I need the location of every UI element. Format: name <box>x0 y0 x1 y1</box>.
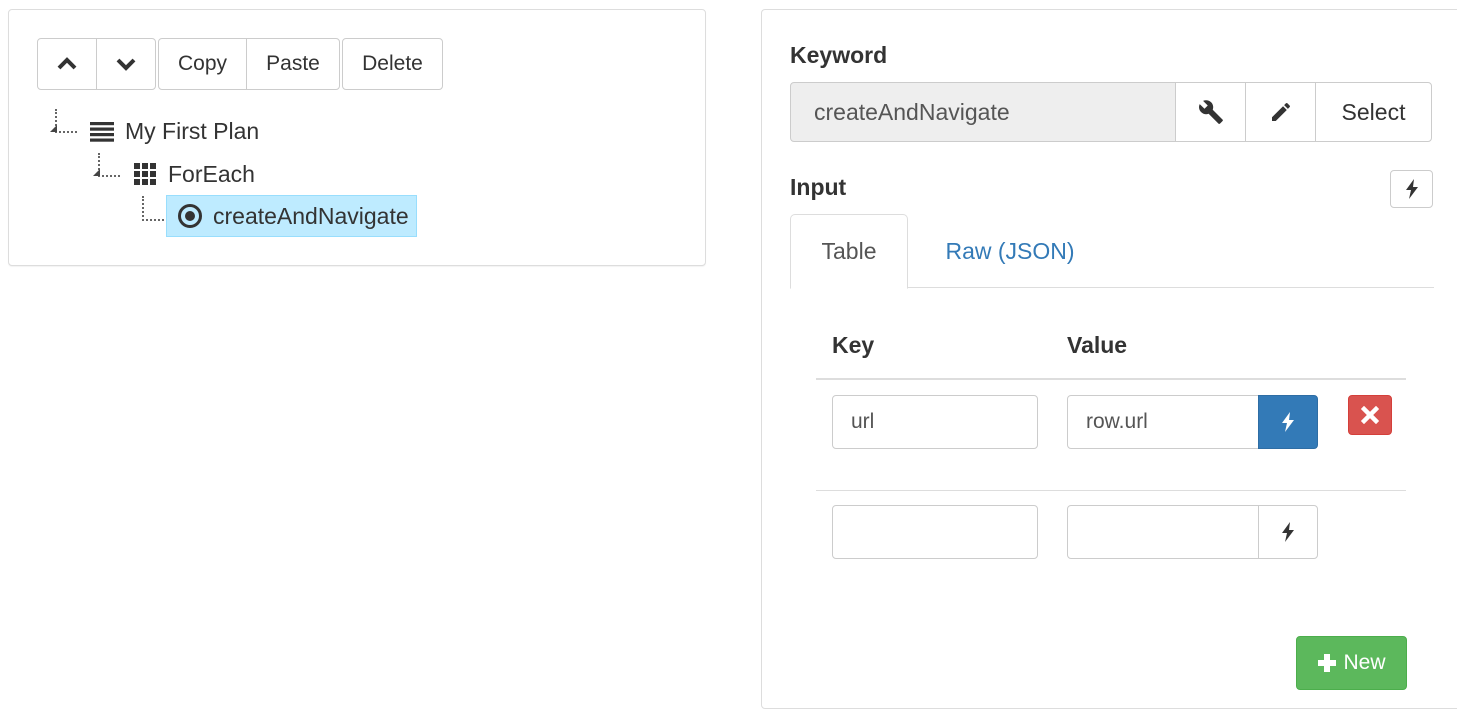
tree-node-plan[interactable]: My First Plan <box>89 110 259 152</box>
dynamic-input-toggle-button[interactable] <box>1390 170 1433 208</box>
keyword-field[interactable]: createAndNavigate <box>790 82 1176 142</box>
clipboard-button-group: Copy Paste <box>158 38 340 90</box>
row-divider <box>816 490 1406 491</box>
dynamic-value-toggle-button[interactable] <box>1258 505 1318 559</box>
tree-connector <box>142 196 164 221</box>
tree-node-label: ForEach <box>168 160 255 187</box>
keyword-input-group: createAndNavigate Select <box>790 82 1432 142</box>
plus-icon <box>1318 654 1337 672</box>
input-table-header: Key Value <box>816 330 1406 380</box>
new-key-input[interactable] <box>832 505 1038 559</box>
column-header-value: Value <box>1067 332 1128 358</box>
bolt-icon <box>1282 412 1294 432</box>
copy-button[interactable]: Copy <box>158 38 247 90</box>
grid-icon <box>134 163 156 185</box>
move-up-button[interactable] <box>37 38 97 90</box>
bolt-icon <box>1405 179 1418 199</box>
input-tabs: Table Raw (JSON) <box>790 214 1434 289</box>
new-row-label: New <box>1343 651 1386 674</box>
tab-raw-json[interactable]: Raw (JSON) <box>920 214 1100 288</box>
list-icon <box>90 122 114 142</box>
new-row-button[interactable]: New <box>1296 636 1407 690</box>
node-details-panel: Keyword createAndNavigate Select Input T… <box>761 9 1457 709</box>
configure-keyword-button[interactable] <box>1175 82 1246 142</box>
tab-table[interactable]: Table <box>790 214 908 289</box>
tree-node-foreach[interactable]: ForEach <box>132 153 255 195</box>
delete-button[interactable]: Delete <box>342 38 443 90</box>
select-keyword-button[interactable]: Select <box>1315 82 1432 142</box>
wrench-icon <box>1198 100 1223 124</box>
remove-row-button[interactable] <box>1348 395 1392 435</box>
column-header-key: Key <box>832 332 875 358</box>
paste-button[interactable]: Paste <box>246 38 340 90</box>
plan-tree-panel: Copy Paste Delete My First Plan ForEach <box>8 9 706 266</box>
move-down-button[interactable] <box>96 38 156 90</box>
new-value-input[interactable] <box>1067 505 1259 559</box>
pencil-icon <box>1271 102 1290 121</box>
expander-icon[interactable] <box>93 169 100 176</box>
key-input[interactable]: url <box>832 395 1038 449</box>
input-heading: Input <box>790 174 847 200</box>
keyword-heading: Keyword <box>790 42 888 68</box>
value-input[interactable]: row.url <box>1067 395 1259 449</box>
close-icon <box>1361 406 1379 424</box>
bolt-icon <box>1282 522 1294 542</box>
tree-toolbar: Copy Paste Delete <box>37 38 443 90</box>
tree-connector <box>98 153 120 177</box>
edit-keyword-button[interactable] <box>1245 82 1316 142</box>
chevron-down-icon <box>116 58 136 71</box>
chevron-up-icon <box>57 57 77 70</box>
tree-node-label: createAndNavigate <box>213 202 409 229</box>
tree-node-keyword[interactable]: createAndNavigate <box>166 195 417 237</box>
expander-icon[interactable] <box>50 125 57 132</box>
tree-connector <box>55 109 77 133</box>
record-icon <box>178 204 202 228</box>
tree-node-label: My First Plan <box>125 117 260 144</box>
dynamic-value-toggle-button[interactable] <box>1258 395 1318 449</box>
move-button-group <box>37 38 156 90</box>
